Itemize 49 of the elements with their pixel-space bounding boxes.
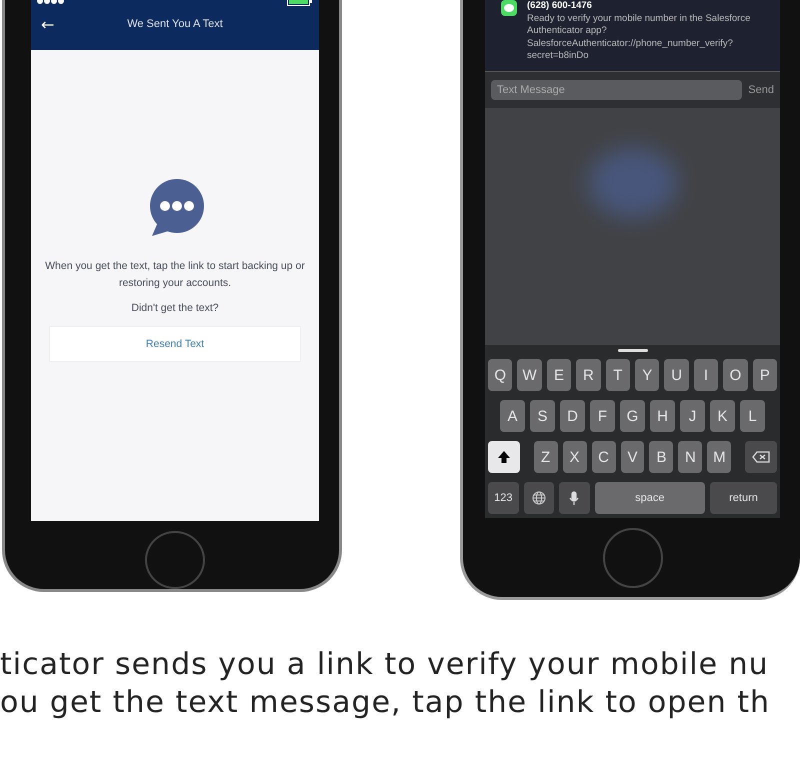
keyboard-key[interactable]: L bbox=[740, 400, 765, 432]
keyboard-key[interactable]: Q bbox=[488, 359, 512, 391]
keyboard-key[interactable]: K bbox=[710, 400, 735, 432]
keyboard-key[interactable]: G bbox=[620, 400, 645, 432]
keyboard-key[interactable]: N bbox=[678, 441, 702, 473]
keyboard-key[interactable]: W bbox=[517, 359, 542, 391]
instruction-text: When you get the text, tap the link to start backing up or restoring your accounts. bbox=[45, 259, 305, 291]
keyboard-key[interactable]: V bbox=[620, 441, 644, 473]
numbers-key[interactable]: 123 bbox=[488, 482, 519, 514]
keyboard-key[interactable]: D bbox=[560, 400, 585, 432]
keyboard-key[interactable]: T bbox=[606, 359, 630, 391]
keyboard-key[interactable]: A bbox=[500, 400, 525, 432]
arrow-up-icon bbox=[496, 450, 511, 464]
keyboard-key[interactable]: R bbox=[576, 359, 601, 391]
keyboard-key[interactable]: P bbox=[752, 359, 778, 391]
keyboard-key[interactable]: Z bbox=[534, 441, 558, 473]
globe-key[interactable] bbox=[524, 482, 554, 514]
space-key[interactable]: space bbox=[594, 482, 705, 514]
keyboard-key[interactable]: J bbox=[680, 400, 705, 432]
keyboard-key[interactable]: C bbox=[592, 441, 616, 473]
resend-button[interactable]: Resend Text bbox=[49, 326, 301, 362]
shift-key[interactable] bbox=[488, 441, 520, 473]
caption-text: ou get the text message, tap the link to open th bbox=[0, 684, 772, 722]
delete-key[interactable] bbox=[745, 441, 778, 473]
return-key[interactable]: return bbox=[710, 482, 777, 514]
microphone-icon bbox=[569, 490, 580, 506]
keyboard-key[interactable]: B bbox=[649, 441, 674, 473]
caption-text: ticator sends you a link to verify your mobile nu bbox=[0, 646, 770, 684]
keyboard-key[interactable]: I bbox=[694, 359, 718, 391]
globe-icon bbox=[532, 491, 546, 505]
screen-title: We Sent You A Text bbox=[126, 18, 224, 30]
backspace-icon bbox=[752, 451, 770, 463]
prompt-text: Didn't get the text? bbox=[131, 302, 219, 314]
message-text: Ready to verify your mobile number in the Salesforce Authenticator app? SalesforceAuthenticator://phone_number_verify?secret=b8inDo bbox=[527, 12, 752, 62]
send-button[interactable]: Send bbox=[748, 84, 774, 96]
keyboard-key[interactable]: F bbox=[590, 400, 615, 432]
keyboard-key[interactable]: O bbox=[723, 359, 748, 391]
keyboard-key[interactable]: U bbox=[664, 359, 689, 391]
keyboard-key[interactable]: M bbox=[707, 441, 732, 473]
microphone-key[interactable] bbox=[559, 482, 590, 514]
sender-number: (628) 600-1476 bbox=[527, 0, 593, 12]
keyboard-key[interactable]: E bbox=[546, 359, 572, 391]
messages-icon bbox=[501, 0, 517, 16]
keyboard-key[interactable]: X bbox=[562, 441, 587, 473]
keyboard-key[interactable]: S bbox=[530, 400, 555, 432]
keyboard-key[interactable]: Y bbox=[635, 359, 660, 391]
message-input[interactable]: Text Message bbox=[491, 80, 742, 100]
back-button[interactable]: ← bbox=[41, 14, 61, 34]
keyboard-key[interactable]: H bbox=[650, 400, 675, 432]
